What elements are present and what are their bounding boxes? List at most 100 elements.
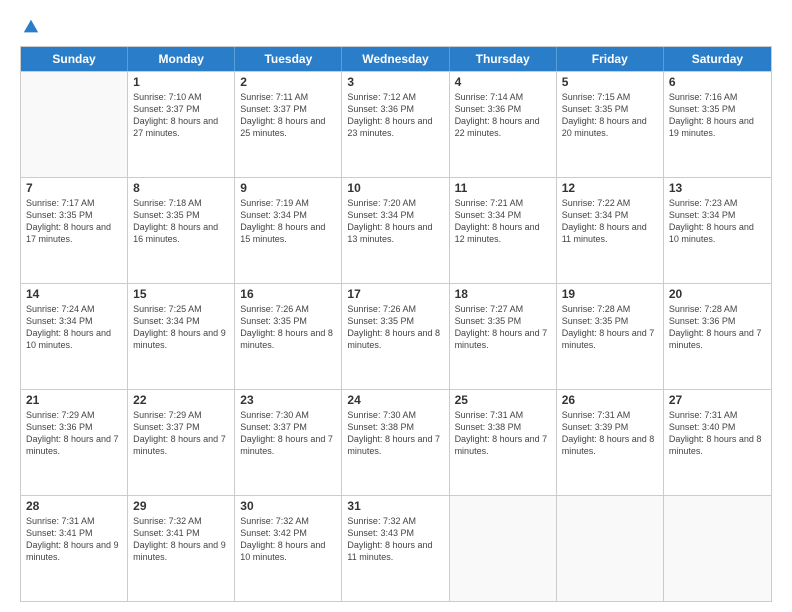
cell-info: Sunrise: 7:12 AM Sunset: 3:36 PM Dayligh… xyxy=(347,91,443,140)
calendar: SundayMondayTuesdayWednesdayThursdayFrid… xyxy=(20,46,772,602)
cell-day-number: 30 xyxy=(240,499,336,513)
cell-day-number: 24 xyxy=(347,393,443,407)
calendar-header: SundayMondayTuesdayWednesdayThursdayFrid… xyxy=(21,47,771,71)
cell-day-number: 17 xyxy=(347,287,443,301)
calendar-cell xyxy=(21,72,128,177)
cell-info: Sunrise: 7:26 AM Sunset: 3:35 PM Dayligh… xyxy=(240,303,336,352)
calendar-cell: 28 Sunrise: 7:31 AM Sunset: 3:41 PM Dayli… xyxy=(21,496,128,601)
calendar-cell: 23 Sunrise: 7:30 AM Sunset: 3:37 PM Dayli… xyxy=(235,390,342,495)
calendar-row-4: 28 Sunrise: 7:31 AM Sunset: 3:41 PM Dayli… xyxy=(21,495,771,601)
calendar-cell: 27Sunrise: 7:31 AM Sunset: 3:40 PM Dayli… xyxy=(664,390,771,495)
calendar-cell: 20 Sunrise: 7:28 AM Sunset: 3:36 PM Dayli… xyxy=(664,284,771,389)
calendar-cell: 16Sunrise: 7:26 AM Sunset: 3:35 PM Dayli… xyxy=(235,284,342,389)
cell-day-number: 13 xyxy=(669,181,766,195)
logo xyxy=(20,18,40,36)
calendar-cell: 8Sunrise: 7:18 AM Sunset: 3:35 PM Daylig… xyxy=(128,178,235,283)
calendar-row-1: 7 Sunrise: 7:17 AM Sunset: 3:35 PM Daylig… xyxy=(21,177,771,283)
calendar-cell: 17 Sunrise: 7:26 AM Sunset: 3:35 PM Dayli… xyxy=(342,284,449,389)
cell-day-number: 2 xyxy=(240,75,336,89)
calendar-cell: 31 Sunrise: 7:32 AM Sunset: 3:43 PM Dayli… xyxy=(342,496,449,601)
cell-day-number: 8 xyxy=(133,181,229,195)
calendar-cell: 29Sunrise: 7:32 AM Sunset: 3:41 PM Dayli… xyxy=(128,496,235,601)
cell-info: Sunrise: 7:10 AM Sunset: 3:37 PM Dayligh… xyxy=(133,91,229,140)
cell-info: Sunrise: 7:15 AM Sunset: 3:35 PM Dayligh… xyxy=(562,91,658,140)
cell-info: Sunrise: 7:30 AM Sunset: 3:37 PM Dayligh… xyxy=(240,409,336,458)
calendar-body: 1 Sunrise: 7:10 AM Sunset: 3:37 PM Daylig… xyxy=(21,71,771,601)
calendar-cell: 13 Sunrise: 7:23 AM Sunset: 3:34 PM Dayli… xyxy=(664,178,771,283)
cell-day-number: 19 xyxy=(562,287,658,301)
page: SundayMondayTuesdayWednesdayThursdayFrid… xyxy=(0,0,792,612)
cell-day-number: 9 xyxy=(240,181,336,195)
cell-day-number: 22 xyxy=(133,393,229,407)
cell-info: Sunrise: 7:23 AM Sunset: 3:34 PM Dayligh… xyxy=(669,197,766,246)
logo-icon xyxy=(22,18,40,36)
calendar-cell: 5 Sunrise: 7:15 AM Sunset: 3:35 PM Daylig… xyxy=(557,72,664,177)
cell-day-number: 15 xyxy=(133,287,229,301)
cell-day-number: 23 xyxy=(240,393,336,407)
cell-day-number: 1 xyxy=(133,75,229,89)
calendar-cell: 26Sunrise: 7:31 AM Sunset: 3:39 PM Dayli… xyxy=(557,390,664,495)
calendar-cell xyxy=(450,496,557,601)
calendar-cell: 18 Sunrise: 7:27 AM Sunset: 3:35 PM Dayli… xyxy=(450,284,557,389)
cell-info: Sunrise: 7:29 AM Sunset: 3:37 PM Dayligh… xyxy=(133,409,229,458)
calendar-cell: 15Sunrise: 7:25 AM Sunset: 3:34 PM Dayli… xyxy=(128,284,235,389)
calendar-row-3: 21Sunrise: 7:29 AM Sunset: 3:36 PM Dayli… xyxy=(21,389,771,495)
calendar-cell: 21Sunrise: 7:29 AM Sunset: 3:36 PM Dayli… xyxy=(21,390,128,495)
calendar-cell: 24 Sunrise: 7:30 AM Sunset: 3:38 PM Dayli… xyxy=(342,390,449,495)
header-day-wednesday: Wednesday xyxy=(342,47,449,71)
cell-info: Sunrise: 7:32 AM Sunset: 3:41 PM Dayligh… xyxy=(133,515,229,564)
calendar-row-0: 1 Sunrise: 7:10 AM Sunset: 3:37 PM Daylig… xyxy=(21,71,771,177)
cell-info: Sunrise: 7:19 AM Sunset: 3:34 PM Dayligh… xyxy=(240,197,336,246)
cell-info: Sunrise: 7:20 AM Sunset: 3:34 PM Dayligh… xyxy=(347,197,443,246)
calendar-cell: 6Sunrise: 7:16 AM Sunset: 3:35 PM Daylig… xyxy=(664,72,771,177)
calendar-row-2: 14 Sunrise: 7:24 AM Sunset: 3:34 PM Dayli… xyxy=(21,283,771,389)
header-day-tuesday: Tuesday xyxy=(235,47,342,71)
cell-day-number: 14 xyxy=(26,287,122,301)
cell-day-number: 27 xyxy=(669,393,766,407)
cell-info: Sunrise: 7:32 AM Sunset: 3:43 PM Dayligh… xyxy=(347,515,443,564)
header xyxy=(20,18,772,36)
calendar-cell xyxy=(557,496,664,601)
cell-day-number: 7 xyxy=(26,181,122,195)
cell-info: Sunrise: 7:11 AM Sunset: 3:37 PM Dayligh… xyxy=(240,91,336,140)
header-day-thursday: Thursday xyxy=(450,47,557,71)
calendar-cell: 22 Sunrise: 7:29 AM Sunset: 3:37 PM Dayli… xyxy=(128,390,235,495)
cell-info: Sunrise: 7:26 AM Sunset: 3:35 PM Dayligh… xyxy=(347,303,443,352)
cell-day-number: 5 xyxy=(562,75,658,89)
cell-info: Sunrise: 7:28 AM Sunset: 3:36 PM Dayligh… xyxy=(669,303,766,352)
cell-info: Sunrise: 7:27 AM Sunset: 3:35 PM Dayligh… xyxy=(455,303,551,352)
cell-day-number: 26 xyxy=(562,393,658,407)
cell-day-number: 21 xyxy=(26,393,122,407)
cell-day-number: 20 xyxy=(669,287,766,301)
cell-day-number: 25 xyxy=(455,393,551,407)
cell-day-number: 3 xyxy=(347,75,443,89)
cell-day-number: 4 xyxy=(455,75,551,89)
cell-info: Sunrise: 7:21 AM Sunset: 3:34 PM Dayligh… xyxy=(455,197,551,246)
cell-info: Sunrise: 7:17 AM Sunset: 3:35 PM Dayligh… xyxy=(26,197,122,246)
cell-info: Sunrise: 7:30 AM Sunset: 3:38 PM Dayligh… xyxy=(347,409,443,458)
cell-day-number: 28 xyxy=(26,499,122,513)
calendar-cell: 4Sunrise: 7:14 AM Sunset: 3:36 PM Daylig… xyxy=(450,72,557,177)
cell-info: Sunrise: 7:32 AM Sunset: 3:42 PM Dayligh… xyxy=(240,515,336,564)
calendar-cell: 12 Sunrise: 7:22 AM Sunset: 3:34 PM Dayli… xyxy=(557,178,664,283)
cell-day-number: 6 xyxy=(669,75,766,89)
header-day-monday: Monday xyxy=(128,47,235,71)
cell-info: Sunrise: 7:31 AM Sunset: 3:41 PM Dayligh… xyxy=(26,515,122,564)
cell-info: Sunrise: 7:24 AM Sunset: 3:34 PM Dayligh… xyxy=(26,303,122,352)
calendar-cell: 9 Sunrise: 7:19 AM Sunset: 3:34 PM Daylig… xyxy=(235,178,342,283)
header-day-friday: Friday xyxy=(557,47,664,71)
cell-day-number: 18 xyxy=(455,287,551,301)
calendar-cell: 11 Sunrise: 7:21 AM Sunset: 3:34 PM Dayli… xyxy=(450,178,557,283)
cell-info: Sunrise: 7:31 AM Sunset: 3:38 PM Dayligh… xyxy=(455,409,551,458)
cell-day-number: 11 xyxy=(455,181,551,195)
calendar-cell: 3 Sunrise: 7:12 AM Sunset: 3:36 PM Daylig… xyxy=(342,72,449,177)
calendar-cell: 2 Sunrise: 7:11 AM Sunset: 3:37 PM Daylig… xyxy=(235,72,342,177)
cell-day-number: 12 xyxy=(562,181,658,195)
calendar-cell: 1 Sunrise: 7:10 AM Sunset: 3:37 PM Daylig… xyxy=(128,72,235,177)
cell-info: Sunrise: 7:28 AM Sunset: 3:35 PM Dayligh… xyxy=(562,303,658,352)
cell-info: Sunrise: 7:22 AM Sunset: 3:34 PM Dayligh… xyxy=(562,197,658,246)
header-day-saturday: Saturday xyxy=(664,47,771,71)
cell-day-number: 31 xyxy=(347,499,443,513)
cell-day-number: 10 xyxy=(347,181,443,195)
calendar-cell: 14 Sunrise: 7:24 AM Sunset: 3:34 PM Dayli… xyxy=(21,284,128,389)
